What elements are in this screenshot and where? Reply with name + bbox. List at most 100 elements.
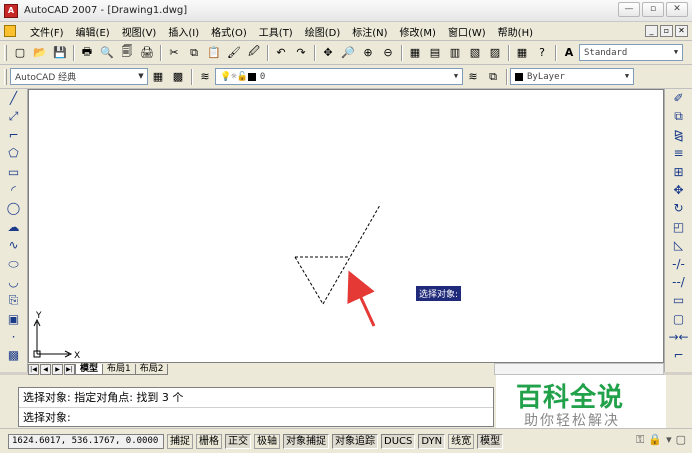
document-icon[interactable]: [4, 25, 16, 37]
layer-previous-icon[interactable]: ⧉: [484, 68, 502, 86]
menu-dimension[interactable]: 标注(N): [346, 24, 393, 39]
coordinates-display[interactable]: 1624.6017, 536.1767, 0.0000: [8, 433, 164, 449]
menu-file[interactable]: 文件(F): [24, 24, 70, 39]
close-icon[interactable]: ✕: [666, 2, 688, 17]
mirror-icon[interactable]: ⧎: [669, 126, 689, 144]
restore-icon[interactable]: ▫: [642, 2, 664, 17]
new-icon[interactable]: ▢: [11, 44, 29, 62]
menu-insert[interactable]: 插入(I): [162, 24, 205, 39]
rectangle-icon[interactable]: ▭: [4, 163, 24, 181]
copy-object-icon[interactable]: ⧉: [669, 107, 689, 125]
next-tab-icon[interactable]: ▶: [52, 363, 63, 375]
workspace-select[interactable]: AutoCAD 经典 ▼: [10, 68, 148, 85]
menu-tools[interactable]: 工具(T): [253, 24, 299, 39]
horizontal-scrollbar[interactable]: [494, 363, 664, 375]
make-block-icon[interactable]: ▣: [4, 310, 24, 328]
tab-model[interactable]: 模型: [75, 363, 104, 375]
save-icon[interactable]: 💾: [51, 44, 69, 62]
prev-tab-icon[interactable]: ◀: [40, 363, 51, 375]
spline-icon[interactable]: ∿: [4, 236, 24, 254]
array-icon[interactable]: ⊞: [669, 163, 689, 181]
status-toggle[interactable]: 对象捕捉: [283, 433, 329, 449]
open-icon[interactable]: 📂: [31, 44, 49, 62]
design-center-icon[interactable]: ▤: [426, 44, 444, 62]
status-toggle[interactable]: DUCS: [381, 433, 416, 449]
command-window[interactable]: 选择对象: 指定对角点: 找到 3 个 选择对象:: [18, 387, 494, 427]
revision-cloud-icon[interactable]: ☁: [4, 218, 24, 236]
scale-icon[interactable]: ◰: [669, 218, 689, 236]
calculator-icon[interactable]: ▦: [513, 44, 531, 62]
polygon-icon[interactable]: ⬠: [4, 144, 24, 162]
first-tab-icon[interactable]: |◀: [28, 363, 39, 375]
menu-window[interactable]: 窗口(W): [442, 24, 492, 39]
ellipse-arc-icon[interactable]: ◡: [4, 273, 24, 291]
status-toggle[interactable]: 模型: [477, 433, 504, 449]
status-toggle[interactable]: 线宽: [448, 433, 475, 449]
hatch-icon[interactable]: ▩: [4, 346, 24, 364]
menu-format[interactable]: 格式(O): [205, 24, 253, 39]
erase-icon[interactable]: ✐: [669, 89, 689, 107]
circle-icon[interactable]: ◯: [4, 199, 24, 217]
drawing-canvas[interactable]: Y X 选择对象:: [28, 89, 664, 363]
color-select[interactable]: ByLayer ▼: [510, 68, 634, 85]
text-style-icon[interactable]: A: [560, 44, 578, 62]
tool-palettes-icon[interactable]: ▥: [446, 44, 464, 62]
ellipse-icon[interactable]: ⬭: [4, 255, 24, 273]
paste-icon[interactable]: 📋: [205, 44, 223, 62]
polyline-icon[interactable]: ⌐: [4, 126, 24, 144]
markup-icon[interactable]: ▨: [486, 44, 504, 62]
properties-icon[interactable]: ▦: [406, 44, 424, 62]
menu-edit[interactable]: 编辑(E): [70, 24, 116, 39]
tab-layout1[interactable]: 布局1: [102, 363, 136, 375]
status-toggle[interactable]: 栅格: [196, 433, 222, 449]
cut-icon[interactable]: ✂: [165, 44, 183, 62]
menu-help[interactable]: 帮助(H): [492, 24, 539, 39]
workspace-settings-icon[interactable]: ▦: [149, 68, 167, 86]
chevron-down-icon[interactable]: ▼: [135, 69, 147, 84]
zoom-window-icon[interactable]: ⊕: [359, 44, 377, 62]
point-icon[interactable]: ·: [4, 328, 24, 346]
status-toggle[interactable]: 对象追踪: [332, 433, 378, 449]
copy-icon[interactable]: ⧉: [185, 44, 203, 62]
break-icon[interactable]: ▢: [669, 310, 689, 328]
redo-icon[interactable]: ↷: [292, 44, 310, 62]
layer-select[interactable]: 💡 ☼ 🔓 0 ▼: [215, 68, 463, 85]
chamfer-icon[interactable]: ⌐: [669, 346, 689, 364]
status-toggle[interactable]: 捕捉: [167, 433, 193, 449]
trim-icon[interactable]: -/-: [669, 255, 689, 273]
matchprop-icon[interactable]: 🖌: [225, 44, 243, 62]
status-toggle[interactable]: 极轴: [254, 433, 280, 449]
tray-menu-icon[interactable]: ▾: [666, 433, 672, 447]
undo-icon[interactable]: ↶: [272, 44, 290, 62]
toolbar-grip[interactable]: [4, 68, 7, 85]
doc-close-icon[interactable]: ✕: [675, 25, 688, 37]
plot-icon[interactable]: 🖨: [138, 44, 156, 62]
status-toggle[interactable]: 正交: [225, 433, 251, 449]
last-tab-icon[interactable]: ▶|: [64, 363, 75, 375]
sheet-set-icon[interactable]: ▧: [466, 44, 484, 62]
make-current-layer-icon[interactable]: ≋: [464, 68, 482, 86]
zoom-realtime-icon[interactable]: 🔎: [339, 44, 357, 62]
pan-icon[interactable]: ✥: [319, 44, 337, 62]
menu-draw[interactable]: 绘图(D): [299, 24, 347, 39]
arc-icon[interactable]: ◜: [4, 181, 24, 199]
chevron-down-icon[interactable]: ▼: [670, 45, 682, 60]
extend-icon[interactable]: --/: [669, 273, 689, 291]
status-toggle[interactable]: DYN: [418, 433, 446, 449]
zoom-previous-icon[interactable]: ⊖: [379, 44, 397, 62]
chevron-down-icon[interactable]: ▼: [450, 69, 462, 84]
menu-view[interactable]: 视图(V): [116, 24, 163, 39]
doc-minimize-icon[interactable]: _: [645, 25, 658, 37]
stretch-icon[interactable]: ◺: [669, 236, 689, 254]
lightbulb-icon[interactable]: 💡: [220, 72, 231, 82]
save-workspace-icon[interactable]: ▩: [169, 68, 187, 86]
text-style-select[interactable]: Standard ▼: [579, 44, 683, 61]
menu-modify[interactable]: 修改(M): [394, 24, 442, 39]
command-prompt[interactable]: 选择对象:: [19, 407, 493, 426]
chevron-down-icon[interactable]: ▼: [621, 69, 633, 84]
drawing-svg[interactable]: Y X: [29, 90, 664, 363]
doc-restore-icon[interactable]: ▫: [660, 25, 673, 37]
rotate-icon[interactable]: ↻: [669, 199, 689, 217]
break-at-point-icon[interactable]: ▭: [669, 291, 689, 309]
move-icon[interactable]: ✥: [669, 181, 689, 199]
